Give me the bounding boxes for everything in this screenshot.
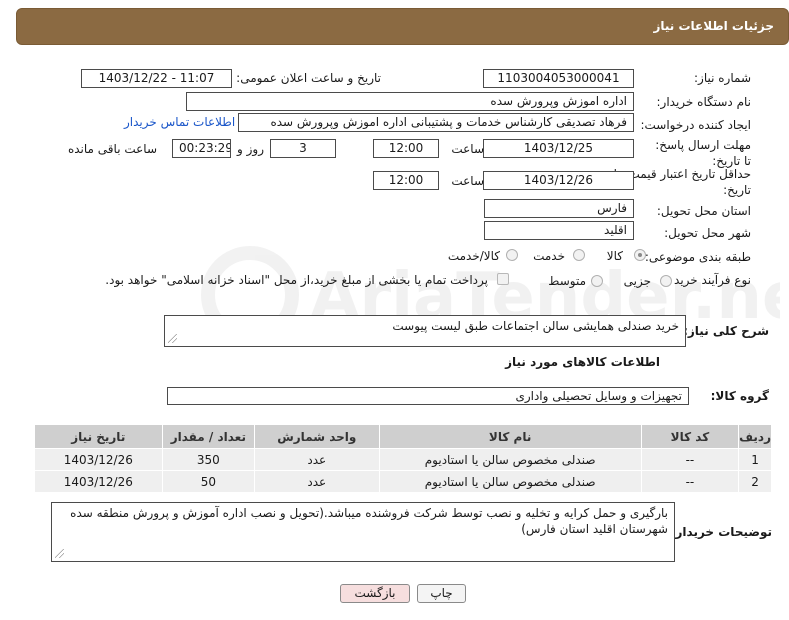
creator-label: ایجاد کننده درخواست: [640,118,751,132]
city-label: شهر محل تحویل: [664,226,751,240]
back-button[interactable]: بازگشت [340,584,410,603]
description-field: خرید صندلی همایشی سالن اجتماعات طبق لیست… [164,315,686,347]
province-field: فارس [484,199,634,218]
category-radio-goods[interactable] [634,249,646,261]
goods-section-title: اطلاعات کالاهای مورد نیاز [505,355,660,369]
cell-row-number: 2 [738,470,772,493]
category-option-goods: کالا [606,249,623,263]
resize-grip-icon[interactable] [55,549,64,558]
process-label: نوع فرآیند خرید : [666,273,751,287]
goods-group-field: تجهیزات و وسایل تحصیلی واداری [167,387,689,405]
goods-group-label: گروه کالا: [710,389,769,403]
category-option-service: خدمت [533,249,565,263]
need-number-field: 1103004053000041 [483,69,634,88]
col-header-item-code: کد کالا [640,424,740,449]
col-header-unit: واحد شمارش [254,424,380,449]
price-time-field: 12:00 [373,171,439,190]
resize-grip-icon[interactable] [168,334,177,343]
items-table: ردیف کد کالا نام کالا واحد شمارش تعداد /… [34,424,772,493]
reply-time-label: ساعت [451,142,484,156]
buyer-notes-text: بارگیری و حمل کرایه و تخلیه و نصب توسط ش… [70,506,668,536]
cell-need-date: 1403/12/26 [34,448,163,471]
cell-quantity: 350 [161,448,256,471]
category-radio-service[interactable] [573,249,585,261]
col-header-row-number: ردیف [738,424,772,449]
need-number-label: شماره نیاز: [694,71,751,85]
cell-quantity: 50 [161,470,256,493]
print-button[interactable]: چاپ [417,584,466,603]
cell-need-date: 1403/12/26 [34,470,163,493]
process-option-minor: جزیی [623,274,651,288]
reply-date-field: 1403/12/25 [483,139,634,158]
province-label: استان محل تحویل: [656,204,751,218]
category-option-goods-service: کالا/خدمت [447,249,500,263]
days-field: 3 [270,139,336,158]
page-title: جزئیات اطلاعات نیاز [653,19,774,33]
cell-unit: عدد [254,470,380,493]
cell-item-name: صندلی مخصوص سالن یا استادیوم [378,470,642,493]
creator-field: فرهاد تصدیقی کارشناس خدمات و پشتیبانی اد… [238,113,634,132]
description-label: شرح کلی نیاز: [683,324,769,338]
table-header-row: ردیف کد کالا نام کالا واحد شمارش تعداد /… [34,424,772,449]
process-radio-medium[interactable] [591,275,603,287]
treasury-payment-note: پرداخت تمام یا بخشی از مبلغ خرید،از محل … [105,273,488,287]
buyer-org-label: نام دستگاه خریدار: [656,95,752,109]
col-header-quantity: تعداد / مقدار [161,424,256,449]
col-header-item-name: نام کالا [378,424,642,449]
announce-field: 1403/12/22 - 11:07 [81,69,232,88]
cell-item-code: -- [640,448,740,471]
days-label: روز و [237,142,264,156]
reply-deadline-label: مهلت ارسال پاسخ: تا تاریخ: [655,138,751,168]
cell-item-name: صندلی مخصوص سالن یا استادیوم [378,448,642,471]
buyer-org-field: اداره اموزش وپرورش سده [186,92,634,111]
remaining-time-label: ساعت باقی مانده [67,142,157,156]
cell-item-code: -- [640,470,740,493]
page-header: جزئیات اطلاعات نیاز [16,8,789,45]
category-label: طبقه بندی موضوعی: [644,250,751,264]
table-row: 1 -- صندلی مخصوص سالن یا استادیوم عدد 35… [34,448,772,471]
cell-unit: عدد [254,448,380,471]
buyer-notes-label: توضیحات خریدار: [670,525,772,539]
remaining-time-field: 00:23:29 [172,139,231,158]
treasury-payment-checkbox[interactable] [497,273,509,285]
description-text: خرید صندلی همایشی سالن اجتماعات طبق لیست… [392,319,679,333]
col-header-need-date: تاریخ نیاز [34,424,163,449]
city-field: اقلید [484,221,634,240]
reply-time-field: 12:00 [373,139,439,158]
cell-row-number: 1 [738,448,772,471]
process-radio-minor[interactable] [660,275,672,287]
buyer-contact-link[interactable]: اطلاعات تماس خریدار [124,115,235,129]
price-time-label: ساعت [451,174,484,188]
category-radio-goods-service[interactable] [506,249,518,261]
table-row: 2 -- صندلی مخصوص سالن یا استادیوم عدد 50… [34,470,772,493]
process-option-medium: متوسط [548,274,586,288]
buyer-notes-field: بارگیری و حمل کرایه و تخلیه و نصب توسط ش… [51,502,675,562]
announce-label: تاریخ و ساعت اعلان عمومی: [236,71,381,85]
price-date-field: 1403/12/26 [483,171,634,190]
